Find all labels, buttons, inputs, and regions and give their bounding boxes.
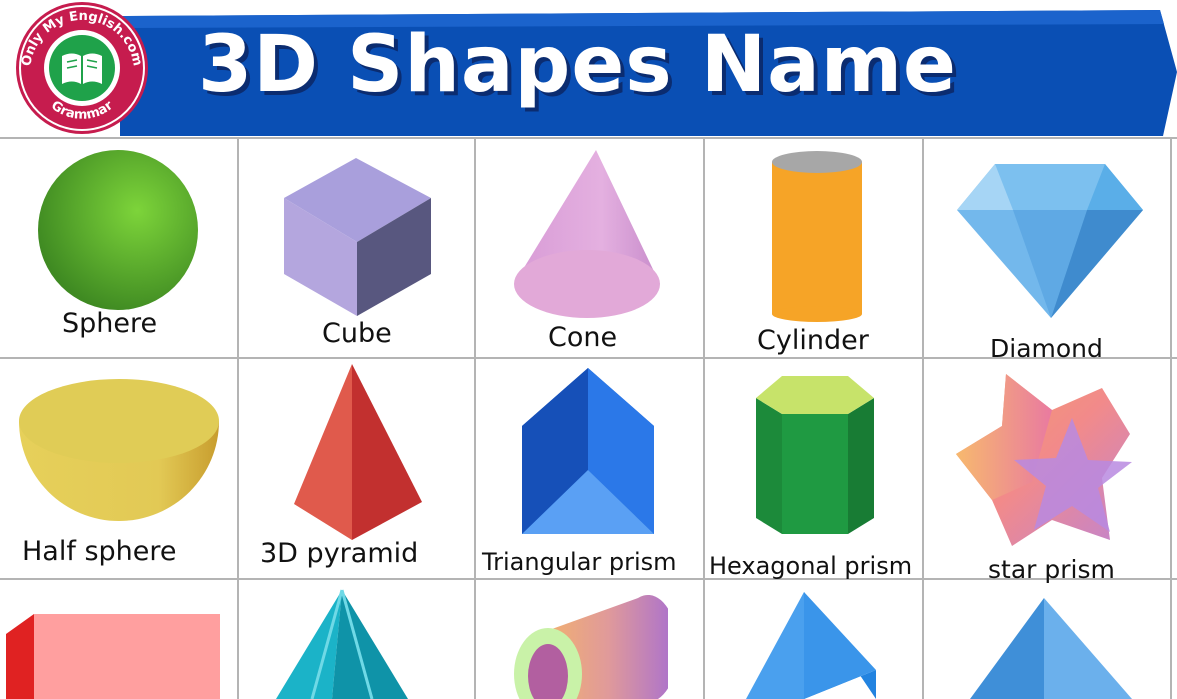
shape-label: Half sphere <box>22 536 177 567</box>
shape-label: Cube <box>322 318 392 349</box>
cuboid-icon <box>6 614 220 699</box>
shape-label: star prism <box>988 555 1115 584</box>
shape-label: 3D pyramid <box>260 538 419 569</box>
grid-line <box>474 137 476 699</box>
shape-label: Triangular prism <box>482 548 677 576</box>
pyramid-icon <box>294 364 422 540</box>
title-banner: 3D Shapes Name <box>120 8 1177 136</box>
shape-label: Cone <box>548 322 618 353</box>
grid-line <box>1170 137 1172 699</box>
grid-line <box>922 137 924 699</box>
hexagonal-prism-icon <box>756 376 874 534</box>
page-title: 3D Shapes Name <box>198 20 957 110</box>
triangular-pyramid-icon <box>970 598 1132 699</box>
cylinder-icon <box>772 151 862 322</box>
shape-label: Cylinder <box>757 325 869 356</box>
half-sphere-icon <box>19 379 219 521</box>
cube-icon <box>284 158 431 316</box>
triangular-prism-icon <box>522 368 654 534</box>
diamond-icon <box>957 164 1143 318</box>
square-pyramid-icon <box>276 589 408 699</box>
grid-line <box>703 137 705 699</box>
star-prism-icon <box>956 374 1132 546</box>
site-logo: Only My English.com Grammar <box>2 0 162 140</box>
sphere-icon <box>38 150 198 310</box>
cone-icon <box>514 150 660 318</box>
grid-line <box>237 137 239 699</box>
hollow-cylinder-icon <box>514 594 668 699</box>
shape-label: Sphere <box>62 308 158 339</box>
grid-line <box>0 137 1177 139</box>
octahedron-icon <box>746 592 876 699</box>
shape-label: Diamond <box>990 334 1103 363</box>
shape-label: Hexagonal prism <box>709 552 913 580</box>
